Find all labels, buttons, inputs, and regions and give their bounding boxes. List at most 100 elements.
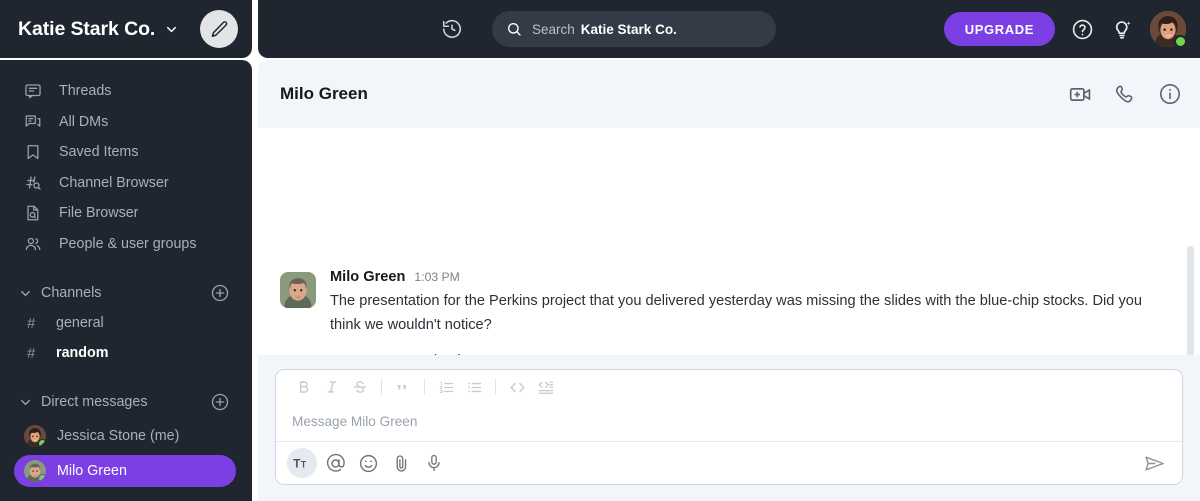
chevron-down-icon[interactable] — [164, 22, 179, 37]
svg-text:T: T — [293, 456, 301, 470]
top-navigation-bar: Search Katie Stark Co. UPGRADE — [258, 0, 1200, 58]
sidebar-item-label: Saved Items — [59, 144, 139, 161]
pencil-icon — [210, 20, 229, 39]
channel-item-random[interactable]: # random — [0, 338, 252, 368]
message-list: Milo Green 1:03 PM The presentation for … — [258, 128, 1200, 355]
dm-name: Milo Green — [57, 463, 127, 479]
microphone-icon[interactable] — [419, 448, 449, 478]
bulleted-list-icon[interactable] — [460, 374, 488, 400]
history-button[interactable] — [430, 18, 474, 40]
conversation-actions — [1068, 82, 1182, 107]
search-scope-value: Katie Stark Co. — [580, 21, 677, 37]
avatar[interactable] — [280, 272, 316, 308]
sidebar-item-people-user-groups[interactable]: People & user groups — [0, 229, 252, 260]
user-avatar-button[interactable] — [1150, 11, 1187, 48]
sidebar-item-label: All DMs — [59, 113, 109, 130]
message-scrollbar[interactable] — [1187, 246, 1194, 355]
channels-section-title: Channels — [41, 285, 102, 301]
inline-code-icon[interactable] — [503, 374, 531, 400]
avatar — [24, 425, 46, 447]
ordered-list-icon[interactable] — [432, 374, 460, 400]
dm-name: Jessica Stone (me) — [57, 428, 180, 444]
bold-icon[interactable] — [290, 374, 318, 400]
svg-text:T: T — [301, 459, 307, 469]
toolbar-divider — [495, 379, 496, 395]
workspace-name[interactable]: Katie Stark Co. — [18, 18, 155, 41]
channels-section-header[interactable]: Channels — [0, 278, 252, 308]
channel-name: random — [56, 345, 109, 361]
search-input[interactable]: Search Katie Stark Co. — [492, 11, 776, 47]
status-badge — [1174, 35, 1187, 48]
message-header: Milo Green 1:03 PM — [330, 269, 1160, 285]
message-input[interactable]: Message Milo Green — [276, 404, 1182, 441]
page-title[interactable]: Milo Green — [280, 84, 368, 104]
composer-area: Message Milo Green TT — [258, 355, 1200, 501]
conversation-header: Milo Green — [258, 60, 1200, 128]
text-format-icon[interactable]: TT — [287, 448, 317, 478]
blockquote-icon[interactable] — [389, 374, 417, 400]
emoji-icon[interactable] — [353, 448, 383, 478]
question-circle-icon — [1071, 18, 1094, 41]
status-badge — [38, 439, 46, 447]
chevron-down-icon[interactable] — [18, 395, 33, 410]
sidebar-item-threads[interactable]: Threads — [0, 76, 252, 107]
workspace-bar: Katie Stark Co. — [0, 0, 252, 58]
sidebar-item-file-browser[interactable]: File Browser — [0, 198, 252, 229]
avatar — [24, 460, 46, 482]
dm-item-jessica-stone[interactable]: Jessica Stone (me) — [14, 420, 236, 452]
ideas-button[interactable] — [1110, 17, 1134, 41]
dm-section-header[interactable]: Direct messages — [0, 387, 252, 417]
code-block-icon[interactable] — [531, 374, 559, 400]
italic-icon[interactable] — [318, 374, 346, 400]
channel-search-icon — [24, 174, 48, 192]
dm-item-milo-green[interactable]: Milo Green — [14, 455, 236, 487]
sidebar-item-saved-items[interactable]: Saved Items — [0, 137, 252, 168]
sidebar-item-label: File Browser — [59, 205, 139, 222]
add-dm-button[interactable] — [210, 392, 230, 412]
add-channel-button[interactable] — [210, 283, 230, 303]
search-placeholder-label: Search — [532, 21, 575, 37]
sidebar-item-all-dms[interactable]: All DMs — [0, 107, 252, 138]
sidebar-item-label: People & user groups — [59, 235, 197, 252]
sidebar-item-label: Threads — [59, 83, 112, 100]
file-search-icon — [24, 204, 48, 222]
message-paragraph: The presentation for the Perkins project… — [330, 293, 1142, 333]
phone-icon[interactable] — [1114, 83, 1137, 106]
message-item: Milo Green 1:03 PM The presentation for … — [258, 269, 1200, 355]
sidebar-item-channel-browser[interactable]: Channel Browser — [0, 168, 252, 199]
search-icon — [506, 21, 522, 37]
main-panel: Milo Green Milo Green 1:03 PM The presen… — [258, 60, 1200, 501]
channel-name: general — [56, 315, 104, 331]
lightbulb-sparkle-icon — [1110, 17, 1134, 41]
bookmark-icon — [24, 143, 48, 161]
channel-item-general[interactable]: # general — [0, 308, 252, 338]
dm-section-title: Direct messages — [41, 394, 148, 410]
toolbar-divider — [381, 379, 382, 395]
mention-icon[interactable] — [320, 448, 350, 478]
threads-icon — [24, 82, 48, 100]
attachment-icon[interactable] — [386, 448, 416, 478]
info-circle-icon[interactable] — [1158, 82, 1182, 106]
history-clock-icon — [441, 18, 463, 40]
all-dms-icon — [24, 113, 48, 131]
message-composer: Message Milo Green TT — [275, 369, 1183, 485]
status-badge — [38, 474, 46, 482]
chevron-down-icon[interactable] — [18, 286, 33, 301]
help-button[interactable] — [1071, 18, 1094, 41]
sidebar: Threads All DMs Saved Items Channel Brow… — [0, 60, 252, 501]
upgrade-button[interactable]: UPGRADE — [943, 12, 1055, 46]
app-window: Katie Stark Co. Search Katie Stark Co. U… — [0, 0, 1200, 501]
hash-icon: # — [27, 314, 36, 332]
app-body: Threads All DMs Saved Items Channel Brow… — [0, 58, 1200, 501]
top-right-actions: UPGRADE — [943, 11, 1187, 48]
send-icon[interactable] — [1138, 448, 1170, 478]
video-call-add-icon[interactable] — [1068, 82, 1093, 107]
compose-new-message-button[interactable] — [200, 10, 238, 48]
hash-icon: # — [27, 344, 36, 362]
sidebar-item-label: Channel Browser — [59, 174, 169, 191]
composer-actions: TT — [276, 441, 1182, 484]
message-author[interactable]: Milo Green — [330, 269, 405, 285]
strikethrough-icon[interactable] — [346, 374, 374, 400]
toolbar-divider — [424, 379, 425, 395]
formatting-toolbar — [276, 370, 1182, 404]
